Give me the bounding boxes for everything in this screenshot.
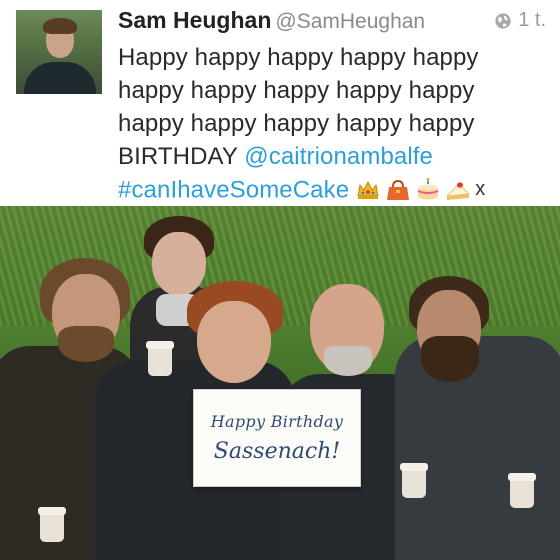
tweet-line-mention: BIRTHDAY @caitrionambalfe <box>118 140 548 173</box>
crown-icon <box>357 180 379 199</box>
coffee-cup <box>400 463 428 498</box>
author-handle[interactable]: @SamHeughan <box>275 10 425 33</box>
author-name[interactable]: Sam Heughan <box>118 7 271 33</box>
sign-line2: Sassenach! <box>213 439 341 464</box>
tweet-line: happy happy happy happy happy <box>118 110 475 137</box>
birthday-text: BIRTHDAY <box>118 143 245 170</box>
tweet-timestamp: 1 t. <box>518 9 546 31</box>
avatar[interactable] <box>16 10 102 94</box>
avatar-hair <box>43 18 77 34</box>
handbag-icon <box>387 179 410 200</box>
emoji-row: x <box>355 173 485 206</box>
shortcake-icon <box>445 181 471 200</box>
coffee-cup <box>38 507 66 542</box>
birthday-cake-icon <box>417 177 439 199</box>
tweet-photo[interactable]: Happy Birthday Sassenach! <box>0 206 560 560</box>
hashtag-link[interactable]: #canIhaveSomeCake <box>118 177 349 204</box>
tweet-header: Sam Heughan @SamHeughan 1 t. Happy happy … <box>0 0 560 206</box>
tweet-meta: 1 t. <box>494 9 546 32</box>
person-right <box>395 276 560 560</box>
sign-line1: Happy Birthday <box>210 412 344 431</box>
tweet-line: Happy happy happy happy happy <box>118 44 479 71</box>
coffee-cup <box>146 341 174 376</box>
tweet-line-hashtag: #canIhaveSomeCake x <box>118 173 548 207</box>
tweet-line: happy happy happy happy happy <box>118 77 475 104</box>
mention-link[interactable]: @caitrionambalfe <box>244 143 433 170</box>
avatar-body <box>24 62 96 94</box>
trailing-x: x <box>475 178 486 200</box>
author-line: Sam Heughan @SamHeughan <box>118 7 425 34</box>
birthday-sign: Happy Birthday Sassenach! <box>193 389 361 487</box>
globe-icon <box>495 12 511 29</box>
coffee-cup <box>508 473 536 508</box>
tweet-text: Happy happy happy happy happy happy happ… <box>118 41 548 207</box>
